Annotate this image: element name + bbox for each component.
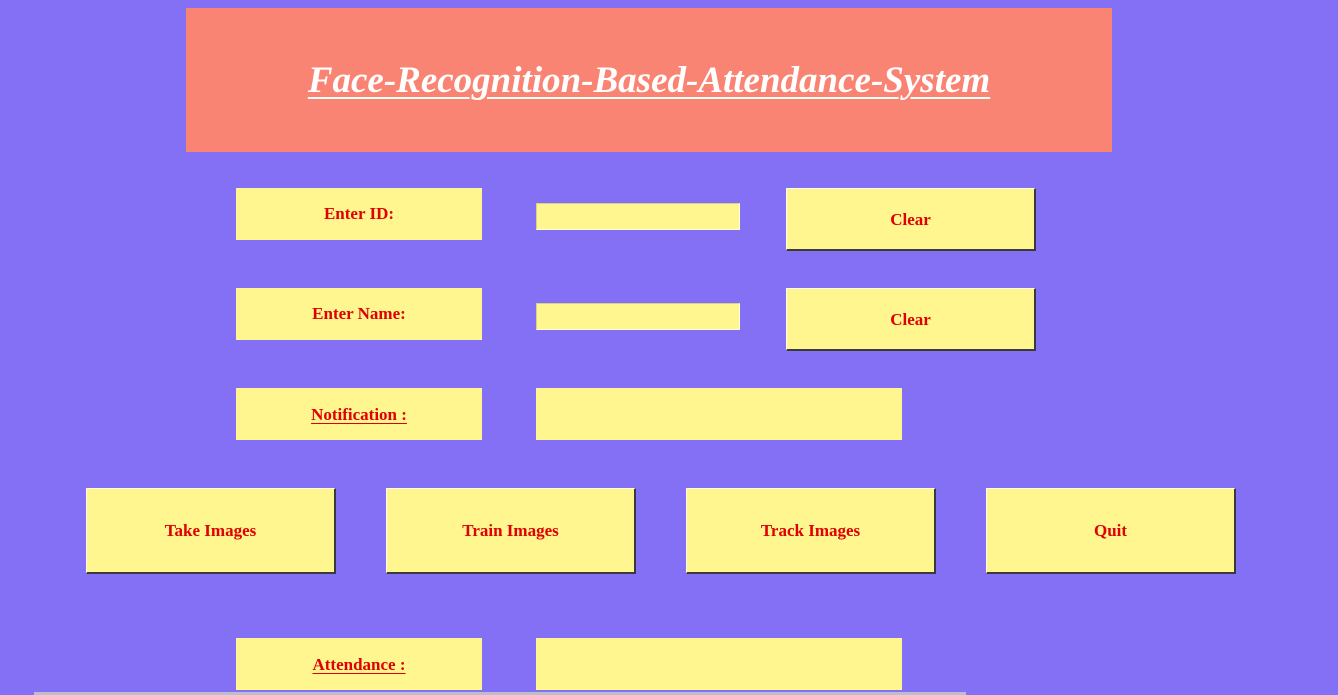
clear-id-button-label: Clear bbox=[890, 210, 931, 229]
attendance-label-text: Attendance : bbox=[312, 655, 406, 674]
main-window: Face-Recognition-Based-Attendance-System… bbox=[0, 0, 1338, 695]
name-input[interactable] bbox=[536, 303, 740, 330]
page-title: Face-Recognition-Based-Attendance-System bbox=[307, 59, 991, 101]
notification-label: Notification : bbox=[236, 388, 482, 440]
id-input[interactable] bbox=[536, 203, 740, 230]
enter-id-label: Enter ID: bbox=[236, 188, 482, 240]
notification-message-box bbox=[536, 388, 902, 440]
track-images-button-label: Track Images bbox=[760, 520, 861, 540]
clear-name-button-label: Clear bbox=[890, 310, 931, 329]
clear-id-button[interactable]: Clear bbox=[786, 188, 1036, 251]
attendance-display-box bbox=[536, 638, 902, 690]
train-images-button[interactable]: Train Images bbox=[386, 488, 636, 574]
notification-label-text: Notification : bbox=[311, 405, 407, 424]
enter-name-label: Enter Name: bbox=[236, 288, 482, 340]
title-banner: Face-Recognition-Based-Attendance-System bbox=[186, 8, 1112, 152]
track-images-button[interactable]: Track Images bbox=[686, 488, 936, 574]
attendance-label: Attendance : bbox=[236, 638, 482, 690]
take-images-button-label: Take Images bbox=[164, 520, 257, 540]
quit-button-label: Quit bbox=[1093, 520, 1128, 540]
enter-name-label-text: Enter Name: bbox=[312, 304, 406, 323]
clear-name-button[interactable]: Clear bbox=[786, 288, 1036, 351]
take-images-button[interactable]: Take Images bbox=[86, 488, 336, 574]
quit-button[interactable]: Quit bbox=[986, 488, 1236, 574]
enter-id-label-text: Enter ID: bbox=[323, 204, 395, 223]
train-images-button-label: Train Images bbox=[462, 520, 559, 540]
